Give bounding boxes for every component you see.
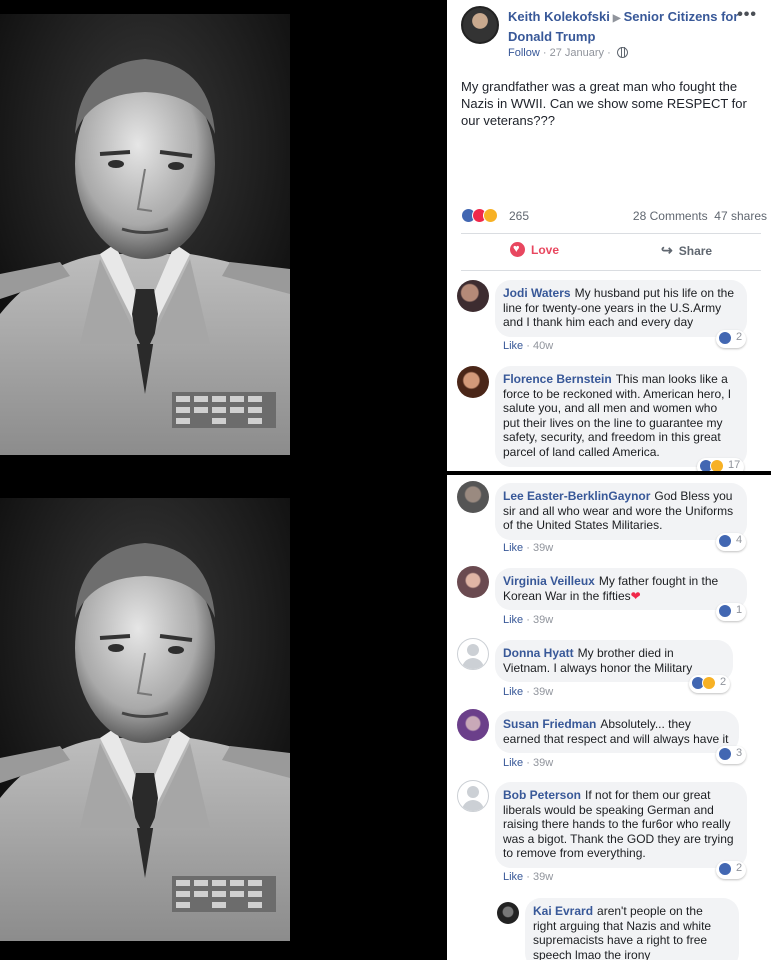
reaction-number: 4 bbox=[736, 534, 743, 546]
commenter-name[interactable]: Bob Peterson bbox=[503, 788, 581, 802]
reaction-icons[interactable] bbox=[461, 208, 498, 224]
comments-panel: Lee Easter-BerklinGaynor God Bless you si… bbox=[447, 475, 771, 960]
avatar[interactable] bbox=[457, 566, 489, 598]
commenter-name[interactable]: Susan Friedman bbox=[503, 717, 596, 731]
comment-time[interactable]: 39w bbox=[533, 757, 553, 769]
post-text: My grandfather was a great man who fough… bbox=[461, 79, 747, 128]
more-options-icon[interactable]: ••• bbox=[737, 6, 757, 24]
reaction-number: 3 bbox=[736, 747, 743, 759]
reaction-count[interactable]: 265 bbox=[509, 209, 529, 223]
post-names: Keith Kolekofski ▶ Senior Citizens for Don… bbox=[508, 8, 748, 46]
like-link[interactable]: Like bbox=[503, 686, 523, 698]
comment-share-counts: 28 Comments 47 shares bbox=[633, 209, 767, 223]
avatar[interactable] bbox=[457, 481, 489, 513]
comment-meta: Like · 39w bbox=[503, 614, 554, 626]
comments-count[interactable]: 28 Comments bbox=[633, 209, 708, 223]
reaction-number: 2 bbox=[736, 331, 743, 343]
share-icon: ↪ bbox=[661, 242, 673, 258]
comment-reactions[interactable]: 2 bbox=[689, 675, 731, 693]
love-button[interactable]: Love bbox=[510, 242, 559, 257]
comment-meta: Like · 39w bbox=[503, 871, 554, 883]
comment-bubble: Bob Peterson If not for them our great li… bbox=[495, 782, 747, 868]
comment-time[interactable]: 40w bbox=[533, 340, 553, 352]
like-reaction-icon bbox=[718, 604, 732, 618]
like-reaction-icon bbox=[718, 862, 732, 876]
avatar[interactable] bbox=[457, 366, 489, 398]
portrait-image bbox=[0, 14, 290, 455]
haha-reaction-icon bbox=[710, 459, 724, 471]
comment-bubble: Virginia Veilleux My father fought in the… bbox=[495, 568, 747, 611]
heart-emoji-icon: ❤ bbox=[630, 588, 641, 603]
like-reaction-icon bbox=[718, 747, 732, 761]
commenter-name[interactable]: Lee Easter-BerklinGaynor bbox=[503, 489, 650, 503]
post-panel: Keith Kolekofski ▶ Senior Citizens for Don… bbox=[447, 0, 771, 471]
comment-meta: Like · 40w bbox=[503, 340, 554, 352]
comment-bubble: Susan Friedman Absolutely... they earned … bbox=[495, 711, 739, 754]
like-link[interactable]: Like bbox=[503, 614, 523, 626]
blank-avatar-icon[interactable] bbox=[457, 638, 489, 670]
shares-count[interactable]: 47 shares bbox=[714, 209, 767, 223]
like-link[interactable]: Like bbox=[503, 340, 523, 352]
heart-icon bbox=[510, 242, 525, 257]
arrow-right-icon: ▶ bbox=[612, 13, 621, 24]
commenter-name[interactable]: Kai Evrard bbox=[533, 904, 593, 918]
commenter-name[interactable]: Donna Hyatt bbox=[503, 646, 574, 660]
comment-bubble: Kai Evrard aren't people on the right arg… bbox=[525, 898, 739, 960]
comment-time[interactable]: 39w bbox=[533, 871, 553, 883]
comment-bubble: Florence Bernstein This man looks like a … bbox=[495, 366, 747, 467]
post-date[interactable]: 27 January bbox=[550, 47, 604, 59]
haha-reaction-icon bbox=[483, 208, 498, 223]
reaction-number: 1 bbox=[736, 604, 743, 616]
reaction-summary: 265 28 Comments 47 shares bbox=[461, 207, 767, 225]
divider bbox=[461, 270, 761, 271]
comment-reactions[interactable]: 3 bbox=[716, 746, 747, 764]
post-actions: Love ↪ Share bbox=[447, 238, 771, 266]
comment-meta: Like · 39w bbox=[503, 686, 554, 698]
comment-bubble: Lee Easter-BerklinGaynor God Bless you si… bbox=[495, 483, 747, 540]
avatar[interactable] bbox=[457, 709, 489, 741]
comment-meta: Like · 39w bbox=[503, 542, 554, 554]
share-label: Share bbox=[678, 244, 713, 258]
divider bbox=[461, 233, 761, 234]
comment-time[interactable]: 39w bbox=[533, 542, 553, 554]
comment-time[interactable]: 39w bbox=[533, 686, 553, 698]
like-link[interactable]: Like bbox=[503, 542, 523, 554]
blank-avatar-icon[interactable] bbox=[457, 780, 489, 812]
haha-reaction-icon bbox=[702, 676, 716, 690]
comment-reactions[interactable]: 1 bbox=[716, 603, 747, 621]
commenter-name[interactable]: Jodi Waters bbox=[503, 286, 571, 300]
love-label: Love bbox=[531, 243, 560, 257]
comment-time[interactable]: 39w bbox=[533, 614, 553, 626]
share-button[interactable]: ↪ Share bbox=[661, 242, 712, 259]
reaction-number: 2 bbox=[736, 862, 743, 874]
like-link[interactable]: Like bbox=[503, 757, 523, 769]
globe-icon bbox=[616, 47, 628, 58]
portrait-image bbox=[0, 498, 290, 941]
comment-reactions[interactable]: 2 bbox=[716, 861, 747, 879]
commenter-name[interactable]: Florence Bernstein bbox=[503, 372, 612, 386]
follow-link[interactable]: Follow bbox=[508, 47, 540, 59]
avatar[interactable] bbox=[497, 902, 519, 924]
like-reaction-icon bbox=[718, 331, 732, 345]
reaction-number: 2 bbox=[720, 676, 727, 688]
like-link[interactable]: Like bbox=[503, 871, 523, 883]
comment-meta: Like · 39w bbox=[503, 757, 554, 769]
like-reaction-icon bbox=[718, 534, 732, 548]
avatar[interactable] bbox=[457, 280, 489, 312]
comment-reactions[interactable]: 2 bbox=[716, 330, 747, 348]
portrait-photo-bottom bbox=[0, 498, 290, 941]
comment-bubble: Jodi Waters My husband put his life on th… bbox=[495, 280, 747, 337]
author-avatar[interactable] bbox=[461, 6, 499, 44]
reaction-number: 17 bbox=[728, 459, 741, 471]
comment-reactions[interactable]: 17 bbox=[697, 458, 745, 471]
commenter-name[interactable]: Virginia Veilleux bbox=[503, 574, 595, 588]
post-meta: Follow · 27 January · bbox=[508, 47, 628, 59]
portrait-photo-top bbox=[0, 14, 290, 455]
comment-reactions[interactable]: 4 bbox=[716, 533, 747, 551]
author-name[interactable]: Keith Kolekofski bbox=[508, 9, 610, 24]
